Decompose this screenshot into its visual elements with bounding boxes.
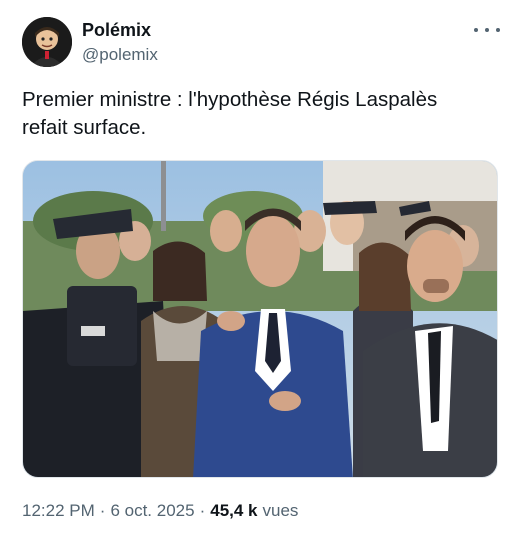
- dot: [474, 28, 478, 32]
- author-handle[interactable]: @polemix: [82, 45, 158, 65]
- tweet-card: Polémix @polemix Premier ministre : l'hy…: [0, 0, 520, 540]
- meta-separator: ·: [199, 501, 206, 520]
- meta-separator: ·: [99, 501, 106, 520]
- dot: [496, 28, 500, 32]
- tweet-photo[interactable]: [22, 160, 498, 478]
- views-label: vues: [262, 501, 299, 520]
- author-avatar[interactable]: [22, 17, 72, 67]
- tweet-meta: 12:22 PM · 6 oct. 2025 · 45,4 k vues: [22, 500, 298, 522]
- views-count[interactable]: 45,4 k: [210, 500, 257, 522]
- avatar-caricature-icon: [22, 17, 72, 67]
- tweet-time[interactable]: 12:22 PM: [22, 500, 95, 522]
- photo-image-icon: [23, 161, 497, 477]
- author-display-name[interactable]: Polémix: [82, 20, 151, 40]
- tweet-text: Premier ministre : l'hypothèse Régis Las…: [22, 88, 438, 139]
- dot: [485, 28, 489, 32]
- tweet-date[interactable]: 6 oct. 2025: [110, 500, 194, 522]
- more-options-icon[interactable]: [474, 22, 500, 38]
